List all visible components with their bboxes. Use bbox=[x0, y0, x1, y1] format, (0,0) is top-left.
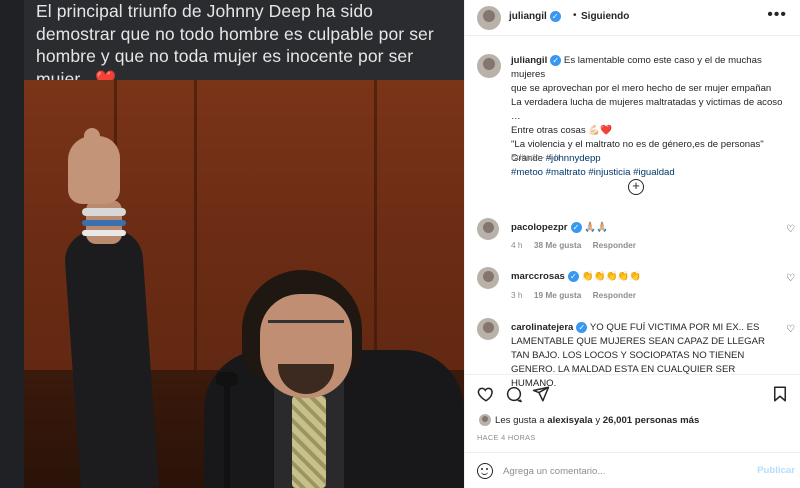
comment-composer: Publicar bbox=[465, 452, 800, 488]
post-photo bbox=[24, 80, 464, 488]
comment-icon-graphic bbox=[506, 386, 522, 403]
tie bbox=[292, 396, 326, 488]
likes-prefix: Les gusta a bbox=[495, 415, 545, 426]
glasses bbox=[268, 320, 344, 334]
following-button[interactable]: Siguiendo bbox=[581, 11, 629, 22]
action-bar bbox=[465, 374, 800, 410]
microphone bbox=[216, 372, 238, 386]
share-send-icon[interactable] bbox=[532, 385, 550, 403]
avatar[interactable] bbox=[477, 6, 501, 30]
post-comment-button[interactable]: Publicar bbox=[757, 465, 795, 476]
comment-username[interactable]: pacolopezpr bbox=[511, 222, 568, 233]
more-options-icon[interactable]: ••• bbox=[767, 6, 787, 24]
raised-finger bbox=[84, 128, 100, 160]
post-timestamp[interactable]: HACE 4 HORAS bbox=[477, 433, 536, 442]
bookmark-icon[interactable] bbox=[771, 385, 789, 403]
likes-summary: Les gusta a alexisyala y 26,001 personas… bbox=[479, 414, 699, 426]
share-send-icon-graphic bbox=[532, 386, 550, 402]
avatar[interactable] bbox=[479, 414, 491, 426]
comment-input[interactable] bbox=[503, 462, 743, 480]
post-media[interactable]: El principal triunfo de Johnny Deep ha s… bbox=[0, 0, 464, 488]
comment-meta: 4 h 38 Me gusta Responder bbox=[511, 240, 645, 250]
comment-meta: 3 h 19 Me gusta Responder bbox=[511, 290, 645, 300]
verified-badge-icon: ✓ bbox=[567, 271, 579, 282]
likes-count[interactable]: 26,001 personas más bbox=[603, 415, 700, 426]
caption-username[interactable]: juliangil bbox=[511, 55, 547, 66]
separator-dot: • bbox=[573, 10, 577, 21]
comment-time: 4 h bbox=[511, 240, 523, 250]
reply-button[interactable]: Responder bbox=[593, 240, 636, 250]
like-heart-icon-graphic bbox=[477, 387, 493, 402]
avatar[interactable] bbox=[477, 318, 499, 340]
verified-badge-icon: ✓ bbox=[570, 222, 582, 233]
liker-username[interactable]: alexisyala bbox=[547, 415, 592, 426]
hashtag-links[interactable]: #metoo #maltrato #injusticia #igualdad bbox=[511, 167, 675, 178]
header-username[interactable]: juliangil ✓ bbox=[509, 11, 561, 22]
microphone-stand bbox=[224, 380, 230, 488]
heart-outline-icon[interactable]: ♡ bbox=[786, 273, 795, 284]
caption-line: Entre otras cosas 💪🏻❤️ bbox=[511, 125, 613, 136]
verified-badge-icon: ✓ bbox=[550, 55, 562, 66]
like-heart-icon[interactable] bbox=[477, 385, 495, 403]
heart-outline-icon[interactable]: ♡ bbox=[786, 324, 795, 335]
raised-arm bbox=[63, 227, 159, 488]
comment-body: pacolopezpr ✓ 🙏🏼🙏🏼 bbox=[511, 221, 775, 235]
comment-likes[interactable]: 19 Me gusta bbox=[534, 290, 582, 300]
comment-username[interactable]: marccrosas bbox=[511, 271, 565, 282]
caption-line: que se aprovechan por el mero hecho de s… bbox=[511, 83, 772, 94]
comment-icon[interactable] bbox=[505, 385, 523, 403]
comment-time: 3 h bbox=[511, 290, 523, 300]
comment-body: marccrosas ✓ 👏👏👏👏👏 bbox=[511, 270, 775, 284]
comment-likes[interactable]: 38 Me gusta bbox=[534, 240, 582, 250]
comment-text: 🙏🏼🙏🏼 bbox=[584, 222, 609, 233]
caption-line: La verdadera lucha de mujeres maltratada… bbox=[511, 97, 783, 122]
load-more-comments-icon[interactable]: + bbox=[628, 179, 644, 195]
caption-line: Es lamentable como este caso y el de muc… bbox=[511, 55, 762, 80]
avatar[interactable] bbox=[477, 267, 499, 289]
post-info-panel: juliangil ✓ • Siguiendo ••• juliangil ✓ Es… bbox=[464, 0, 800, 488]
comment-username[interactable]: carolinatejera bbox=[511, 322, 573, 333]
reply-button[interactable]: Responder bbox=[593, 290, 636, 300]
bracelet bbox=[82, 230, 126, 236]
bookmark-icon-graphic bbox=[774, 386, 786, 402]
verified-badge-icon: ✓ bbox=[576, 322, 588, 333]
caption-line: "La violencia y el maltrato no es de gén… bbox=[511, 139, 764, 150]
heart-outline-icon[interactable]: ♡ bbox=[786, 224, 795, 235]
avatar[interactable] bbox=[477, 54, 501, 78]
likes-joiner: y bbox=[595, 415, 601, 426]
comment-text: 👏👏👏👏👏 bbox=[581, 271, 642, 282]
bracelet bbox=[82, 208, 126, 216]
verified-badge-icon: ✓ bbox=[549, 11, 561, 22]
avatar[interactable] bbox=[477, 218, 499, 240]
emoji-icon[interactable] bbox=[477, 463, 493, 479]
edited-label: Editado · 4 h bbox=[511, 152, 560, 162]
bracelet bbox=[82, 220, 126, 226]
post-header: juliangil ✓ • Siguiendo ••• bbox=[465, 0, 800, 36]
media-caption: El principal triunfo de Johnny Deep ha s… bbox=[36, 0, 456, 91]
